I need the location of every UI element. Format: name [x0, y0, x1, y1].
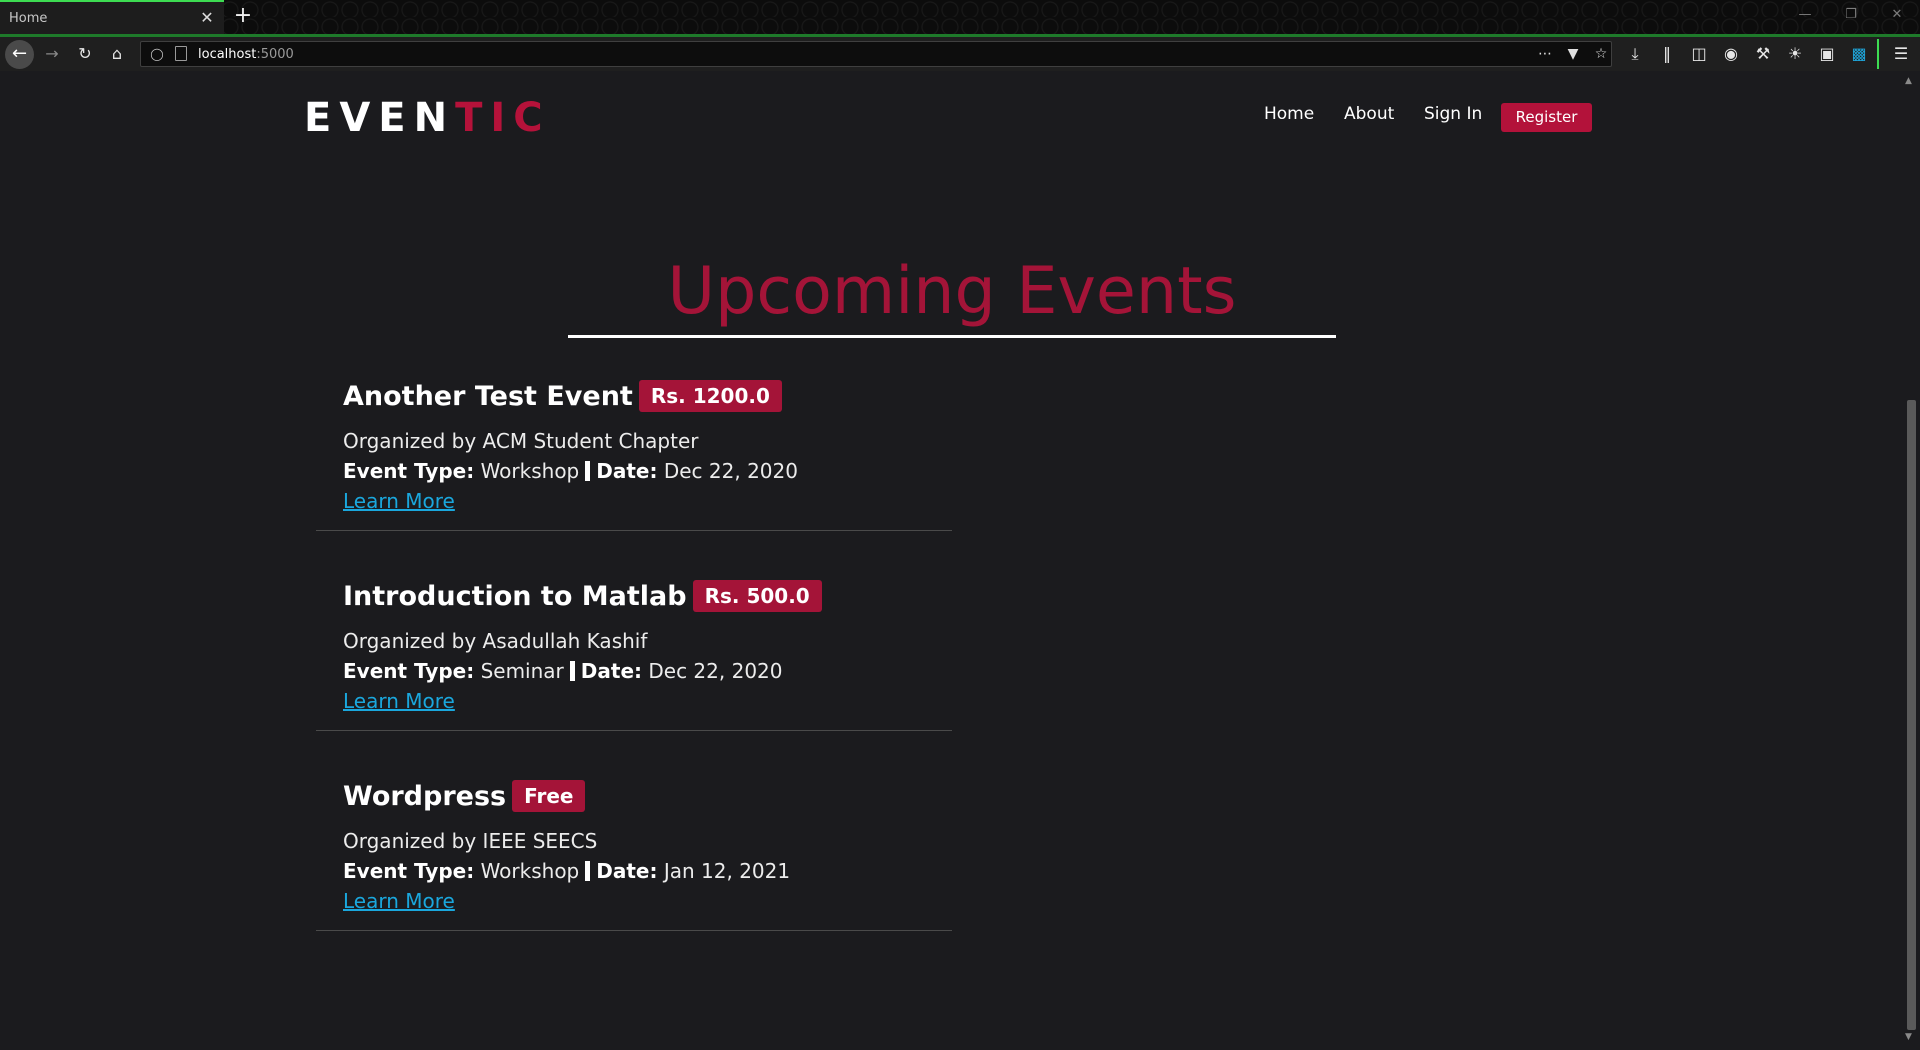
learn-more-link[interactable]: Learn More [343, 489, 455, 513]
tab-title: Home [9, 11, 48, 26]
page-scrollbar[interactable]: ▲ ▼ [1902, 71, 1920, 1050]
event-divider [316, 530, 952, 531]
event-title: Another Test Event [343, 380, 633, 412]
account-icon[interactable]: ◉ [1718, 43, 1744, 65]
event-header: Another Test Event Rs. 1200.0 [343, 380, 782, 422]
reload-icon[interactable]: ↻ [72, 43, 98, 65]
shield-icon[interactable]: ◯ [147, 44, 167, 64]
event-header: Introduction to Matlab Rs. 500.0 [343, 580, 822, 622]
event-card: Wordpress Free Organized by IEEE SEECS Ev… [316, 780, 952, 980]
screenshot-icon[interactable]: ▣ [1814, 43, 1840, 65]
event-organizer: Organized by Asadullah Kashif [343, 629, 648, 653]
nav-toolbar: ← → ↻ ⌂ ◯ localhost:5000 ⋯ ▼ ☆ ⤓ ‖ ◫ ◉ ⚒… [0, 37, 1920, 71]
event-card: Introduction to Matlab Rs. 500.0 Organize… [316, 580, 952, 780]
event-organizer: Organized by IEEE SEECS [343, 829, 598, 853]
library-icon[interactable]: ‖ [1654, 43, 1680, 65]
event-meta: Event Type: Seminar Date: Dec 22, 2020 [343, 659, 783, 683]
page-icon [175, 46, 187, 61]
title-underline [568, 335, 1336, 338]
scroll-down-icon[interactable]: ▼ [1905, 1032, 1912, 1042]
event-header: Wordpress Free [343, 780, 586, 822]
nav-home[interactable]: Home [1264, 104, 1314, 124]
more-icon[interactable]: ⋯ [1533, 43, 1557, 65]
learn-more-link[interactable]: Learn More [343, 689, 455, 713]
price-badge: Rs. 500.0 [692, 580, 822, 612]
page-content: EVENTIC Home About Sign In Register Upco… [0, 71, 1902, 1050]
event-card: Another Test Event Rs. 1200.0 Organized b… [316, 380, 952, 580]
page-title: Upcoming Events [667, 254, 1237, 329]
back-arrow-icon[interactable]: ← [5, 40, 34, 69]
event-organizer: Organized by ACM Student Chapter [343, 429, 699, 453]
minimize-icon[interactable]: — [1794, 5, 1816, 25]
price-badge: Rs. 1200.0 [638, 380, 782, 412]
event-title: Wordpress [343, 780, 507, 812]
nav-about[interactable]: About [1344, 104, 1394, 124]
menu-icon[interactable]: ☰ [1888, 43, 1914, 65]
download-icon[interactable]: ⤓ [1622, 43, 1648, 65]
save-icon[interactable]: ▩ [1846, 43, 1872, 65]
scroll-up-icon[interactable]: ▲ [1905, 76, 1912, 86]
sun-icon[interactable]: ☀ [1782, 43, 1808, 65]
toolbar-accent [1877, 39, 1879, 69]
pocket-icon[interactable]: ▼ [1561, 43, 1585, 65]
close-window-icon[interactable]: ✕ [1886, 5, 1908, 25]
event-meta: Event Type: Workshop Date: Jan 12, 2021 [343, 859, 791, 883]
close-tab-icon[interactable]: ✕ [199, 8, 215, 28]
home-icon[interactable]: ⌂ [104, 43, 130, 65]
forward-arrow-icon[interactable]: → [39, 43, 65, 65]
price-badge: Free [512, 780, 586, 812]
new-tab-button[interactable]: + [232, 3, 254, 29]
learn-more-link[interactable]: Learn More [343, 889, 455, 913]
nav-sign-in[interactable]: Sign In [1424, 104, 1482, 124]
url-bar[interactable]: ◯ localhost:5000 ⋯ ▼ ☆ [140, 41, 1612, 67]
wrench-icon[interactable]: ⚒ [1750, 43, 1776, 65]
sidebar-icon[interactable]: ◫ [1686, 43, 1712, 65]
tab-strip: Home ✕ + — ❐ ✕ [0, 0, 1920, 37]
register-button[interactable]: Register [1501, 103, 1592, 132]
scroll-thumb[interactable] [1907, 400, 1916, 1030]
site-logo[interactable]: EVENTIC [304, 95, 551, 141]
event-divider [316, 730, 952, 731]
event-title: Introduction to Matlab [343, 580, 687, 612]
bookmark-star-icon[interactable]: ☆ [1589, 43, 1613, 65]
restore-icon[interactable]: ❐ [1840, 5, 1862, 25]
url-text[interactable]: localhost:5000 [198, 47, 294, 62]
event-meta: Event Type: Workshop Date: Dec 22, 2020 [343, 459, 798, 483]
event-divider [316, 930, 952, 931]
tab-home[interactable]: Home ✕ [0, 0, 224, 34]
